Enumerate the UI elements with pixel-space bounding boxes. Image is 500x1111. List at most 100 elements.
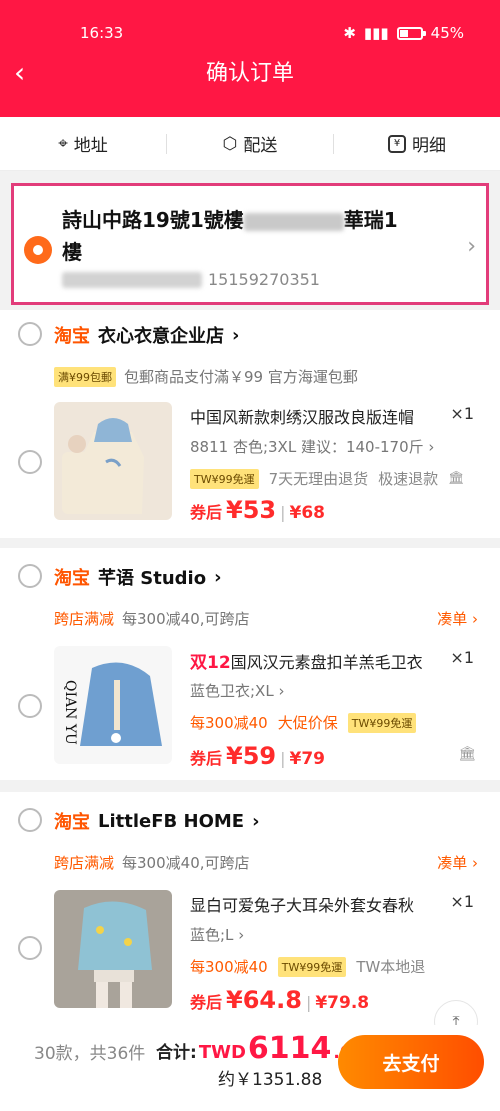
price-value: ¥59 (226, 742, 277, 770)
store-select-radio[interactable] (18, 808, 42, 832)
contact-line: 15159270351 (62, 270, 320, 289)
price-label: 券后 (190, 993, 223, 1012)
promo-text: 包郵商品支付滿￥99 官方海運包郵 (124, 368, 358, 386)
checkout-bar: 30款，共36件 合计: TWD 6114 .00 约￥1351.88 去支付 (0, 1025, 500, 1111)
bank-icon: 🏛 (458, 746, 476, 762)
signal-icon: ▮▮▮ (363, 24, 389, 42)
product-name[interactable]: 中国风新款刺绣汉服改良版连帽 (190, 404, 450, 428)
product-tags: TW¥99免運 7天无理由退货 极速退款 🏛 (190, 468, 465, 489)
item-count: 30款，共36件 (34, 1044, 146, 1064)
store-select-radio[interactable] (18, 322, 42, 346)
bank-icon: 🏛 (448, 471, 465, 486)
promo-label: 跨店满减 (54, 610, 115, 628)
package-icon: ⬡ (222, 133, 238, 154)
store-card: 淘宝 LittleFB HOME › 跨店满减 每300减40,可跨店 凑单 ›… (0, 792, 500, 1032)
total-currency: TWD (198, 1042, 246, 1063)
spec-text: 8811 杏色;3XL 建议：140-170斤 (190, 438, 424, 456)
spec-text: 蓝色卫衣;XL (190, 682, 274, 700)
price-label: 券后 (190, 749, 223, 768)
chevron-right-icon: › (472, 610, 478, 628)
product-spec[interactable]: 蓝色卫衣;XL › (190, 680, 284, 701)
original-price: ¥68 (289, 503, 326, 523)
store-card: 淘宝 芊语 Studio › 跨店满减 每300减40,可跨店 凑单 › QIA… (0, 548, 500, 780)
shipping-tag: TW¥99免運 (277, 956, 347, 977)
address-card[interactable]: 詩山中路19號1號樓 華瑞1 樓 15159270351 › (11, 183, 489, 305)
product-image-svg (54, 402, 172, 520)
store-select-radio[interactable] (18, 564, 42, 588)
store-name: LittleFB HOME (98, 810, 245, 832)
store-card: 淘宝 衣心衣意企业店 › 满¥99包郵 包郵商品支付滿￥99 官方海運包郵 中国… (0, 310, 500, 538)
page-title: 确认订单 (205, 61, 294, 86)
tab-label: 地址 (73, 136, 108, 156)
order-total: 合计: TWD 6114 .00 (156, 1031, 364, 1066)
store-promo: 跨店满减 每300减40,可跨店 (54, 852, 250, 873)
tab-delivery[interactable]: ⬡ 配送 (167, 131, 333, 157)
taobao-logo: 淘宝 (54, 568, 90, 589)
store-name: 衣心衣意企业店 (98, 326, 224, 347)
store-header[interactable]: 淘宝 衣心衣意企业店 › (54, 322, 239, 348)
add-items-link[interactable]: 凑单 › (437, 852, 478, 873)
store-header[interactable]: 淘宝 芊语 Studio › (54, 564, 222, 590)
product-image-svg (54, 890, 172, 1008)
product-qty: ×1 (450, 648, 474, 667)
redacted-name (62, 271, 202, 288)
taobao-logo: 淘宝 (54, 812, 90, 833)
redacted-text (243, 212, 344, 231)
tab-label: 明细 (412, 136, 446, 156)
item-select-radio[interactable] (18, 936, 42, 960)
add-items-link[interactable]: 凑单 › (437, 608, 478, 629)
chevron-right-icon: › (238, 926, 245, 944)
tab-details[interactable]: ¥ 明细 (334, 131, 500, 156)
shipping-tag: TW¥99免運 (347, 712, 417, 733)
item-select-radio[interactable] (18, 694, 42, 718)
bluetooth-icon: ✱ (343, 24, 356, 42)
status-time: 16:33 (80, 24, 124, 42)
approx-total: 约￥1351.88 (218, 1070, 323, 1090)
product-price: 券后 ¥53 | ¥68 (190, 496, 325, 524)
product-image[interactable] (54, 890, 172, 1008)
promo-tag: 满¥99包郵 (54, 366, 116, 387)
address-part: 樓 (62, 240, 82, 264)
receipt-icon: ¥ (388, 134, 406, 153)
product-qty: ×1 (450, 404, 474, 423)
name-text: 国风汉元素盘扣羊羔毛卫衣 (230, 653, 423, 672)
link-text: 凑单 (437, 610, 468, 628)
service-text: 7天无理由退货 (268, 470, 369, 488)
promo-text: 每300减40 (190, 714, 268, 732)
product-price: 券后 ¥64.8 | ¥79.8 (190, 986, 369, 1014)
product-tags: 每300减40 大促价保 TW¥99免運 (190, 712, 417, 733)
chevron-right-icon: › (472, 854, 478, 872)
chevron-right-icon: › (252, 810, 260, 832)
divider: | (280, 749, 286, 768)
tab-address[interactable]: ⌖ 地址 (0, 131, 166, 157)
shipping-tag: TW¥99免運 (190, 468, 259, 489)
product-name[interactable]: 显白可爱兔子大耳朵外套女春秋 (190, 892, 450, 916)
total-value: 6114 (247, 1031, 332, 1066)
price-value: ¥64.8 (226, 986, 302, 1014)
product-spec[interactable]: 8811 杏色;3XL 建议：140-170斤 › (190, 436, 434, 457)
section-tabs: ⌖ 地址 ⬡ 配送 ¥ 明细 (0, 117, 500, 171)
product-spec[interactable]: 蓝色;L › (190, 924, 244, 945)
promo-text: 每300减40,可跨店 (122, 610, 250, 628)
product-image[interactable]: QIAN YU (54, 646, 172, 764)
address-part: 詩山中路19號1號樓 (62, 208, 244, 232)
location-icon: ⌖ (58, 133, 68, 154)
taobao-logo: 淘宝 (54, 326, 90, 347)
store-promo: 满¥99包郵 包郵商品支付滿￥99 官方海運包郵 (54, 366, 358, 387)
chevron-right-icon: › (214, 566, 222, 588)
header: 16:33 ✱ ▮▮▮ 45% ‹ 确认订单 (0, 0, 500, 117)
product-name[interactable]: 双12国风汉元素盘扣羊羔毛卫衣 (190, 648, 450, 673)
tab-label: 配送 (243, 136, 278, 156)
product-image[interactable] (54, 402, 172, 520)
original-price: ¥79 (289, 749, 326, 769)
product-tags: 每300减40 TW¥99免運 TW本地退 (190, 956, 425, 977)
pay-button[interactable]: 去支付 (338, 1035, 484, 1089)
link-text: 凑单 (437, 854, 468, 872)
store-header[interactable]: 淘宝 LittleFB HOME › (54, 808, 260, 834)
store-promo: 跨店满减 每300减40,可跨店 (54, 608, 250, 629)
promo-text: 每300减40 (190, 958, 268, 976)
item-select-radio[interactable] (18, 450, 42, 474)
service-text: TW本地退 (356, 958, 426, 976)
price-value: ¥53 (226, 496, 277, 524)
battery-percent: 45% (430, 24, 464, 42)
